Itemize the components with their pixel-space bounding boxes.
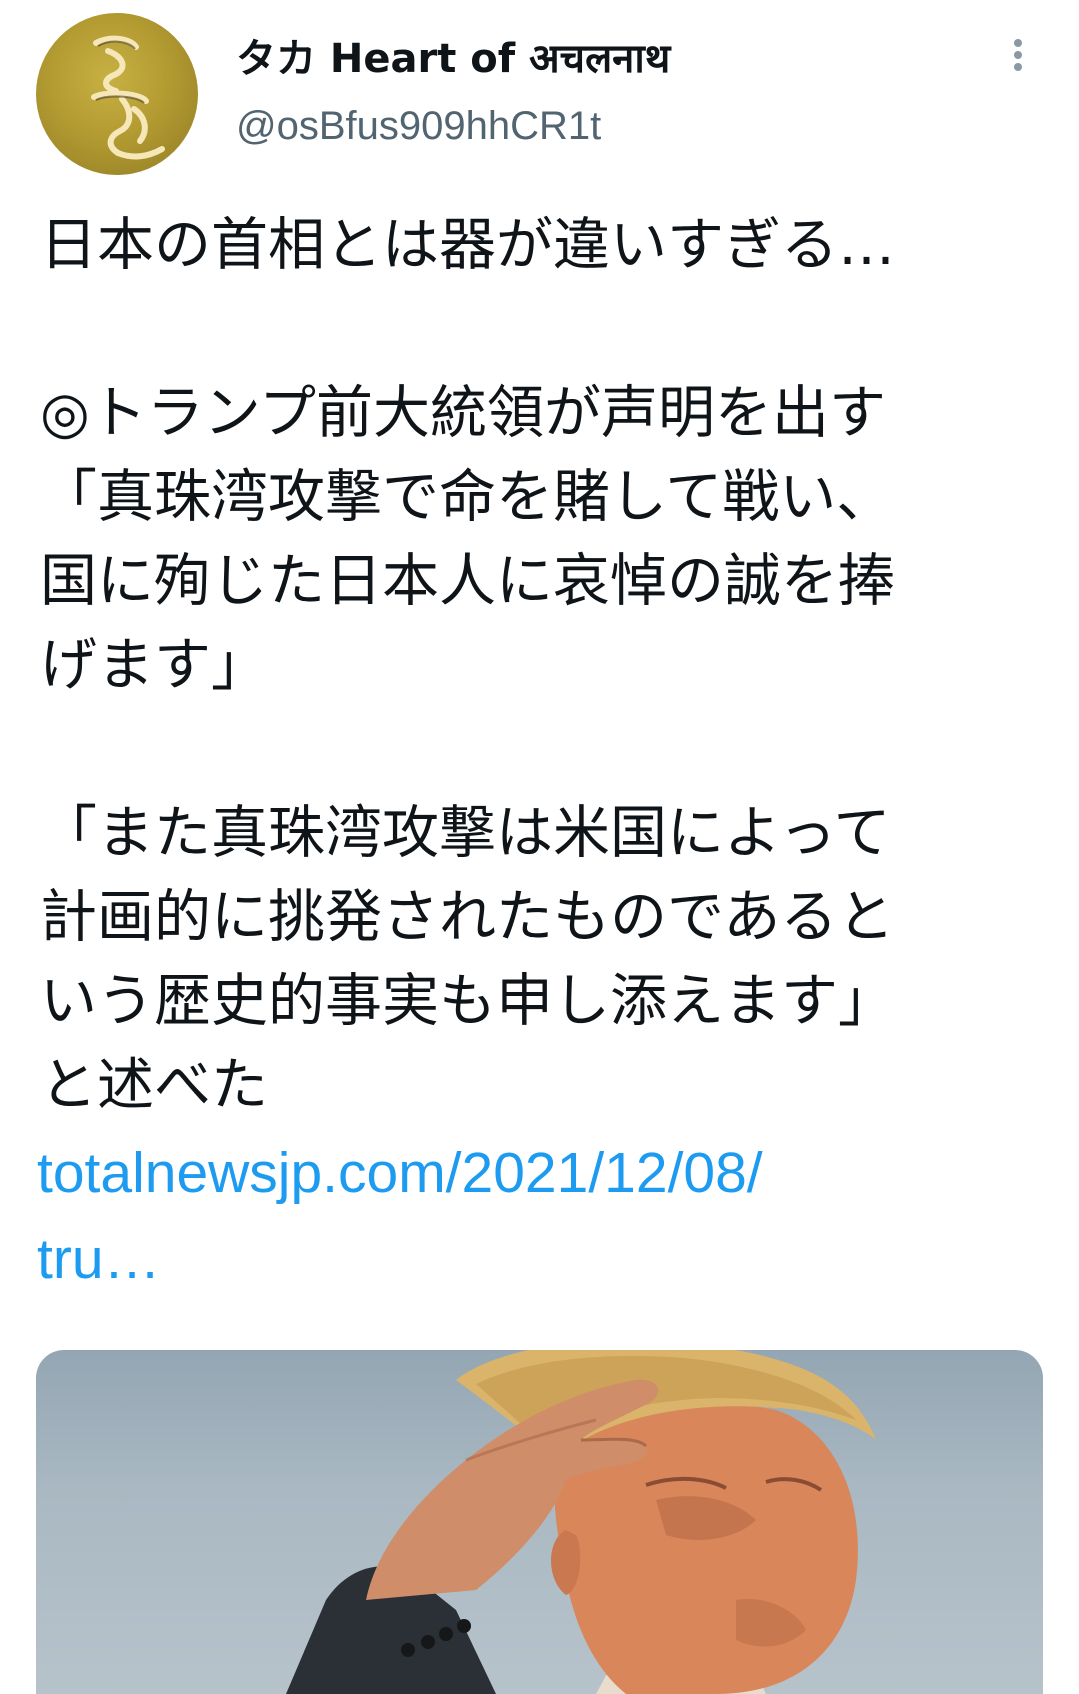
author-avatar[interactable]	[36, 13, 198, 175]
tweet-line: 「真珠湾攻撃で命を賭して戦い、	[40, 464, 894, 530]
vertical-dots-icon[interactable]	[1000, 36, 1036, 84]
tweet-line: 国に殉じた日本人に哀悼の誠を捧	[40, 548, 895, 614]
tweet-line: げます」	[40, 632, 268, 698]
tweet-media-photo[interactable]	[36, 1350, 1043, 1694]
tweet-line: いう歴史的事実も申し添えます」	[40, 968, 895, 1034]
tweet-line: 「また真珠湾攻撃は米国によって	[40, 800, 891, 866]
tweet-text: 日本の首相とは器が違いすぎる… ◎トランプ前大統領が声明を出す 「真珠湾攻撃で命…	[40, 203, 1040, 1127]
tweet-line: 日本の首相とは器が違いすぎる…	[40, 212, 895, 278]
sanskrit-seed-syllable-icon	[91, 35, 165, 160]
tweet-link-line1: totalnewsjp.com/2021/12/08/	[37, 1141, 763, 1205]
author-display-name[interactable]: タカ Heart of अचलनाथ	[236, 33, 670, 85]
tweet-link[interactable]: totalnewsjp.com/2021/12/08/ tru…	[37, 1130, 1037, 1302]
photo-saluting-man	[286, 1350, 876, 1694]
tweet-header: タカ Heart of अचलनाथ @osBfus909hhCR1t	[0, 0, 1079, 190]
tweet-link-line2: tru…	[37, 1227, 161, 1291]
author-handle[interactable]: @osBfus909hhCR1t	[236, 100, 601, 152]
tweet-line: と述べた	[40, 1052, 268, 1118]
tweet-line: ◎トランプ前大統領が声明を出す	[40, 380, 887, 446]
tweet-line: 計画的に挑発されたものであると	[40, 884, 895, 950]
